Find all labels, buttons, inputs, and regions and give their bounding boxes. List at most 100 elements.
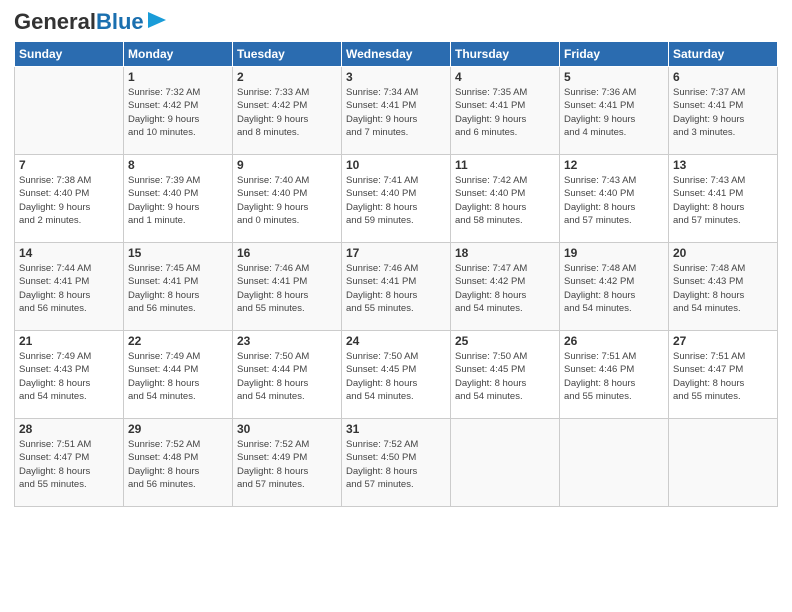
day-info: Sunrise: 7:42 AM Sunset: 4:40 PM Dayligh… [455,174,555,227]
day-number: 22 [128,334,228,348]
calendar-cell: 13Sunrise: 7:43 AM Sunset: 4:41 PM Dayli… [669,155,778,243]
day-info: Sunrise: 7:44 AM Sunset: 4:41 PM Dayligh… [19,262,119,315]
day-info: Sunrise: 7:52 AM Sunset: 4:50 PM Dayligh… [346,438,446,491]
calendar-cell: 12 Sunrise: 7:43 AM Sunset: 4:40 PM Dayli… [560,155,669,243]
calendar-cell: 1Sunrise: 7:32 AM Sunset: 4:42 PM Daylig… [124,67,233,155]
day-info: Sunrise: 7:38 AM Sunset: 4:40 PM Dayligh… [19,174,119,227]
day-number: 1 [128,70,228,84]
day-info: Sunrise: 7:50 AM Sunset: 4:45 PM Dayligh… [455,350,555,403]
day-info: Sunrise: 7:39 AM Sunset: 4:40 PM Dayligh… [128,174,228,227]
day-number: 25 [455,334,555,348]
day-number: 2 [237,70,337,84]
day-number: 8 [128,158,228,172]
calendar-cell: 9 Sunrise: 7:40 AM Sunset: 4:40 PM Daylig… [233,155,342,243]
day-number: 18 [455,246,555,260]
calendar-table: SundayMondayTuesdayWednesdayThursdayFrid… [14,41,778,507]
day-number: 31 [346,422,446,436]
header-cell-monday: Monday [124,42,233,67]
calendar-cell [669,419,778,507]
day-info: Sunrise: 7:33 AM Sunset: 4:42 PM Dayligh… [237,86,337,139]
day-number: 12 [564,158,664,172]
day-number: 28 [19,422,119,436]
calendar-cell: 31 Sunrise: 7:52 AM Sunset: 4:50 PM Dayli… [342,419,451,507]
day-number: 7 [19,158,119,172]
day-info: Sunrise: 7:46 AM Sunset: 4:41 PM Dayligh… [237,262,337,315]
calendar-cell: 25 Sunrise: 7:50 AM Sunset: 4:45 PM Dayli… [451,331,560,419]
calendar-week-row: 7 Sunrise: 7:38 AM Sunset: 4:40 PM Daylig… [15,155,778,243]
calendar-cell: 28 Sunrise: 7:51 AM Sunset: 4:47 PM Dayli… [15,419,124,507]
calendar-cell: 22 Sunrise: 7:49 AM Sunset: 4:44 PM Dayli… [124,331,233,419]
day-number: 9 [237,158,337,172]
logo-text: GeneralBlue [14,11,144,33]
day-info: Sunrise: 7:43 AM Sunset: 4:41 PM Dayligh… [673,174,773,227]
calendar-cell: 17 Sunrise: 7:46 AM Sunset: 4:41 PM Dayli… [342,243,451,331]
calendar-cell: 3Sunrise: 7:34 AM Sunset: 4:41 PM Daylig… [342,67,451,155]
calendar-cell [451,419,560,507]
day-number: 14 [19,246,119,260]
calendar-cell: 27Sunrise: 7:51 AM Sunset: 4:47 PM Dayli… [669,331,778,419]
calendar-week-row: 1Sunrise: 7:32 AM Sunset: 4:42 PM Daylig… [15,67,778,155]
calendar-cell [560,419,669,507]
header-cell-thursday: Thursday [451,42,560,67]
day-info: Sunrise: 7:40 AM Sunset: 4:40 PM Dayligh… [237,174,337,227]
day-info: Sunrise: 7:34 AM Sunset: 4:41 PM Dayligh… [346,86,446,139]
calendar-cell: 11 Sunrise: 7:42 AM Sunset: 4:40 PM Dayli… [451,155,560,243]
header-cell-tuesday: Tuesday [233,42,342,67]
day-info: Sunrise: 7:50 AM Sunset: 4:44 PM Dayligh… [237,350,337,403]
logo-blue: Blue [96,9,144,34]
day-number: 16 [237,246,337,260]
day-info: Sunrise: 7:50 AM Sunset: 4:45 PM Dayligh… [346,350,446,403]
logo-arrow-icon [148,12,166,28]
header-cell-saturday: Saturday [669,42,778,67]
calendar-cell: 18 Sunrise: 7:47 AM Sunset: 4:42 PM Dayli… [451,243,560,331]
logo: GeneralBlue [14,10,166,33]
calendar-cell: 4 Sunrise: 7:35 AM Sunset: 4:41 PM Daylig… [451,67,560,155]
day-number: 5 [564,70,664,84]
day-number: 6 [673,70,773,84]
calendar-cell: 29Sunrise: 7:52 AM Sunset: 4:48 PM Dayli… [124,419,233,507]
calendar-week-row: 14 Sunrise: 7:44 AM Sunset: 4:41 PM Dayli… [15,243,778,331]
calendar-cell: 5 Sunrise: 7:36 AM Sunset: 4:41 PM Daylig… [560,67,669,155]
page-header: GeneralBlue [14,10,778,33]
day-number: 15 [128,246,228,260]
day-info: Sunrise: 7:51 AM Sunset: 4:47 PM Dayligh… [19,438,119,491]
day-number: 4 [455,70,555,84]
day-info: Sunrise: 7:43 AM Sunset: 4:40 PM Dayligh… [564,174,664,227]
calendar-cell: 2 Sunrise: 7:33 AM Sunset: 4:42 PM Daylig… [233,67,342,155]
calendar-cell: 19 Sunrise: 7:48 AM Sunset: 4:42 PM Dayli… [560,243,669,331]
day-number: 19 [564,246,664,260]
calendar-cell: 23Sunrise: 7:50 AM Sunset: 4:44 PM Dayli… [233,331,342,419]
calendar-cell: 14 Sunrise: 7:44 AM Sunset: 4:41 PM Dayli… [15,243,124,331]
day-info: Sunrise: 7:37 AM Sunset: 4:41 PM Dayligh… [673,86,773,139]
day-info: Sunrise: 7:47 AM Sunset: 4:42 PM Dayligh… [455,262,555,315]
header-cell-friday: Friday [560,42,669,67]
calendar-header-row: SundayMondayTuesdayWednesdayThursdayFrid… [15,42,778,67]
day-info: Sunrise: 7:52 AM Sunset: 4:48 PM Dayligh… [128,438,228,491]
calendar-cell: 7 Sunrise: 7:38 AM Sunset: 4:40 PM Daylig… [15,155,124,243]
calendar-cell: 10Sunrise: 7:41 AM Sunset: 4:40 PM Dayli… [342,155,451,243]
header-cell-wednesday: Wednesday [342,42,451,67]
calendar-cell: 16 Sunrise: 7:46 AM Sunset: 4:41 PM Dayli… [233,243,342,331]
day-info: Sunrise: 7:51 AM Sunset: 4:47 PM Dayligh… [673,350,773,403]
day-info: Sunrise: 7:35 AM Sunset: 4:41 PM Dayligh… [455,86,555,139]
day-info: Sunrise: 7:49 AM Sunset: 4:44 PM Dayligh… [128,350,228,403]
day-number: 17 [346,246,446,260]
calendar-cell: 20 Sunrise: 7:48 AM Sunset: 4:43 PM Dayli… [669,243,778,331]
day-info: Sunrise: 7:45 AM Sunset: 4:41 PM Dayligh… [128,262,228,315]
day-number: 11 [455,158,555,172]
day-info: Sunrise: 7:46 AM Sunset: 4:41 PM Dayligh… [346,262,446,315]
calendar-cell: 21 Sunrise: 7:49 AM Sunset: 4:43 PM Dayli… [15,331,124,419]
day-info: Sunrise: 7:48 AM Sunset: 4:42 PM Dayligh… [564,262,664,315]
day-number: 21 [19,334,119,348]
day-info: Sunrise: 7:36 AM Sunset: 4:41 PM Dayligh… [564,86,664,139]
day-number: 20 [673,246,773,260]
day-info: Sunrise: 7:49 AM Sunset: 4:43 PM Dayligh… [19,350,119,403]
calendar-week-row: 21 Sunrise: 7:49 AM Sunset: 4:43 PM Dayli… [15,331,778,419]
day-number: 24 [346,334,446,348]
day-number: 10 [346,158,446,172]
calendar-cell [15,67,124,155]
day-number: 30 [237,422,337,436]
logo-general: General [14,9,96,34]
day-info: Sunrise: 7:48 AM Sunset: 4:43 PM Dayligh… [673,262,773,315]
day-info: Sunrise: 7:52 AM Sunset: 4:49 PM Dayligh… [237,438,337,491]
